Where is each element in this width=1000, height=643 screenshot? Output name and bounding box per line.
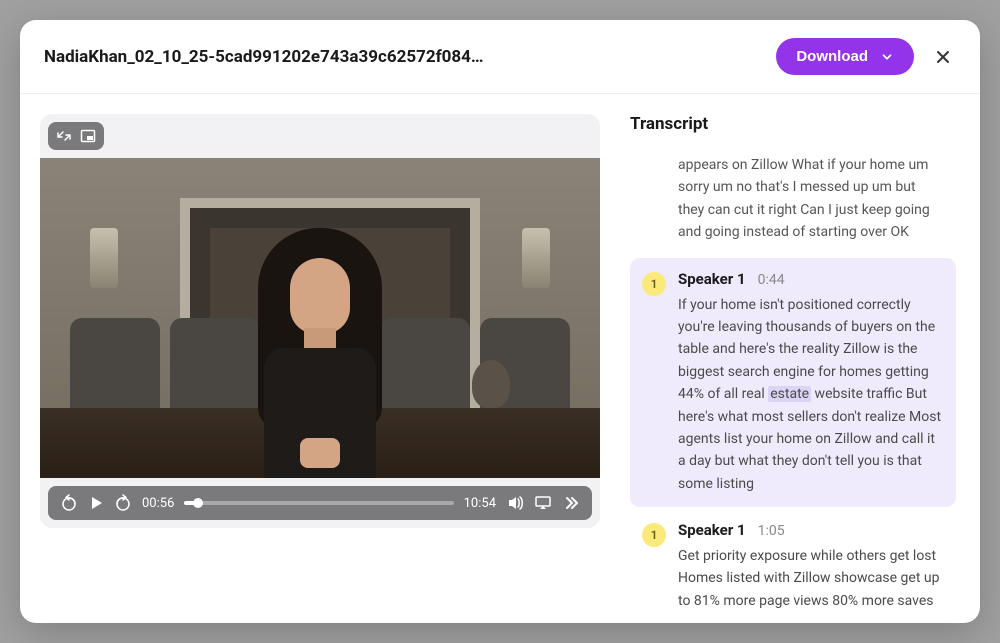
- transcript-title: Transcript: [630, 114, 956, 134]
- close-icon: [934, 48, 952, 66]
- speaker-avatar: 1: [642, 272, 666, 296]
- airplay-button[interactable]: [534, 494, 552, 512]
- transcript-text: If your home isn't positioned correctly …: [678, 294, 944, 496]
- picture-in-picture-icon: [80, 128, 96, 144]
- current-time: 00:56: [142, 496, 174, 511]
- video-top-controls: [40, 114, 600, 158]
- entry-timestamp: 1:05: [758, 523, 785, 539]
- chevron-down-icon: [880, 50, 894, 64]
- video-pane: 00:56 10:54: [20, 94, 620, 623]
- double-chevron-right-icon: [562, 494, 580, 512]
- expand-icon: [56, 128, 72, 144]
- header-actions: Download: [776, 38, 956, 75]
- more-button[interactable]: [562, 494, 580, 512]
- download-button[interactable]: Download: [776, 38, 914, 75]
- file-title: NadiaKhan_02_10_25-5cad991202e743a39c625…: [44, 47, 484, 67]
- search-highlight: estate: [768, 386, 811, 402]
- forward-icon: [114, 494, 132, 512]
- airplay-icon: [534, 494, 552, 512]
- duration-time: 10:54: [464, 496, 496, 511]
- video-container: 00:56 10:54: [40, 114, 600, 528]
- volume-button[interactable]: [506, 494, 524, 512]
- transcript-text: Get priority exposure while others get l…: [678, 545, 944, 612]
- video-speaker-person: [230, 228, 410, 478]
- transcript-pane: Transcript appears on Zillow What if you…: [620, 94, 980, 623]
- play-button[interactable]: [88, 495, 104, 511]
- entry-timestamp: 0:44: [758, 272, 785, 288]
- modal-header: NadiaKhan_02_10_25-5cad991202e743a39c625…: [20, 20, 980, 94]
- progress-bar[interactable]: [184, 501, 453, 505]
- transcript-entry[interactable]: 1 Speaker 1 1:05 Get priority exposure w…: [630, 509, 956, 623]
- forward-button[interactable]: [114, 494, 132, 512]
- modal-body: 00:56 10:54: [20, 94, 980, 623]
- rewind-icon: [60, 494, 78, 512]
- speaker-name: Speaker 1: [678, 270, 746, 288]
- video-transcript-modal: NadiaKhan_02_10_25-5cad991202e743a39c625…: [20, 20, 980, 623]
- video-overlay-control-group[interactable]: [48, 122, 104, 150]
- speaker-name: Speaker 1: [678, 521, 746, 539]
- rewind-button[interactable]: [60, 494, 78, 512]
- video-controls-bar: 00:56 10:54: [48, 486, 592, 520]
- progress-thumb[interactable]: [193, 498, 203, 508]
- volume-icon: [506, 494, 524, 512]
- speaker-avatar: 1: [642, 523, 666, 547]
- play-icon: [88, 495, 104, 511]
- transcript-entry[interactable]: 1 Speaker 1 0:44 If your home isn't posi…: [630, 258, 956, 508]
- transcript-text: appears on Zillow What if your home um s…: [678, 154, 944, 244]
- close-button[interactable]: [930, 44, 956, 70]
- video-frame[interactable]: [40, 158, 600, 478]
- download-label: Download: [796, 48, 868, 65]
- transcript-entry[interactable]: appears on Zillow What if your home um s…: [630, 142, 956, 256]
- transcript-list[interactable]: appears on Zillow What if your home um s…: [630, 142, 956, 623]
